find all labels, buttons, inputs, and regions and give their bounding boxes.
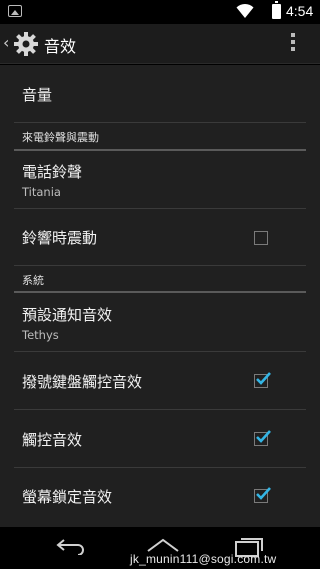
status-time: 4:54 xyxy=(286,3,314,19)
ringtone-title: 電話鈴聲 xyxy=(22,163,83,181)
page-title: 音效 xyxy=(44,37,77,56)
section-divider xyxy=(14,149,306,151)
divider xyxy=(14,208,306,209)
ringtone-summary: Titania xyxy=(22,185,61,199)
section-header-system: 系統 xyxy=(22,274,44,287)
divider xyxy=(14,265,306,266)
checkmark-icon xyxy=(256,430,271,443)
status-bar: 4:54 xyxy=(0,0,320,24)
checkmark-icon xyxy=(256,372,271,385)
divider xyxy=(14,467,306,468)
section-divider xyxy=(14,291,306,293)
checkmark-icon xyxy=(256,487,271,500)
image-notification-icon xyxy=(8,5,22,17)
wifi-icon xyxy=(236,3,254,18)
default-notification-item[interactable]: 預設通知音效 Tethys xyxy=(14,304,306,342)
dial-pad-tones-checkbox[interactable] xyxy=(254,372,271,388)
settings-list: 音量 來電鈴聲與震動 電話鈴聲 Titania 鈴響時震動 系統 預設通知音效 … xyxy=(0,65,320,527)
ringtone-item[interactable]: 電話鈴聲 Titania xyxy=(14,161,306,199)
vibrate-on-ring-checkbox[interactable] xyxy=(254,231,268,245)
volume-title: 音量 xyxy=(22,86,53,104)
divider xyxy=(14,122,306,123)
battery-icon xyxy=(272,1,281,19)
divider xyxy=(14,351,306,352)
gear-icon[interactable] xyxy=(13,31,39,57)
default-notification-title: 預設通知音效 xyxy=(22,306,113,324)
watermark-text: jk_munin111@sogi.com.tw xyxy=(130,552,277,566)
back-icon[interactable] xyxy=(56,537,86,555)
navigation-bar: jk_munin111@sogi.com.tw xyxy=(0,527,320,569)
divider xyxy=(14,409,306,410)
action-bar: ‹ 音效 xyxy=(0,24,320,64)
up-caret-icon[interactable]: ‹ xyxy=(3,33,9,52)
default-notification-summary: Tethys xyxy=(22,328,59,342)
touch-sounds-checkbox[interactable] xyxy=(254,430,271,446)
screen-lock-sounds-checkbox[interactable] xyxy=(254,487,271,503)
section-header-ringtone: 來電鈴聲與震動 xyxy=(22,131,99,144)
overflow-menu-icon[interactable] xyxy=(290,33,296,55)
volume-item[interactable]: 音量 xyxy=(14,84,306,105)
